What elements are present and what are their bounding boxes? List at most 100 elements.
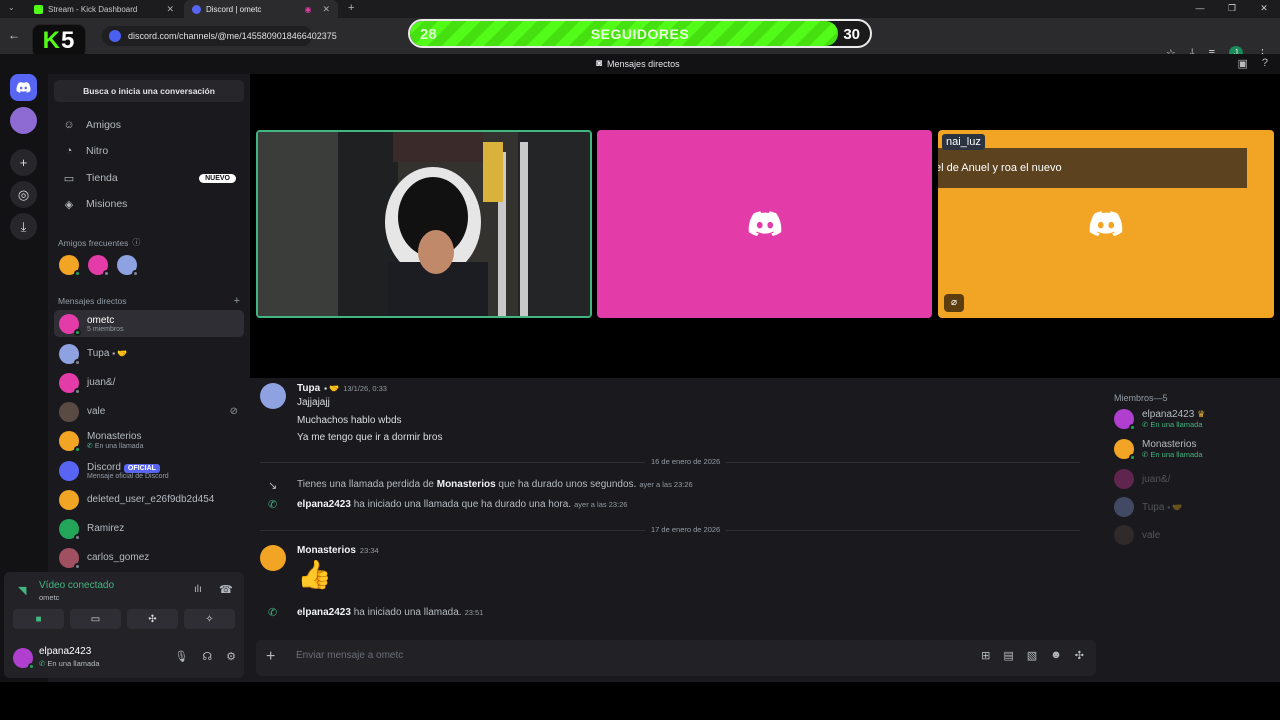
system-user[interactable]: elpana2423 [297,499,351,510]
discover-icon[interactable]: ◎ [10,181,37,208]
soundboard-button[interactable]: ✧ [184,609,235,629]
dm-item-discord[interactable]: Discord OFICIAL Mensaje oficial de Discord [54,457,244,484]
discord-home-icon[interactable] [10,74,37,101]
video-tile-avatar[interactable]: el de Anuel y roa el nuevo nai_luz ⌀ [938,130,1274,318]
microphone-icon[interactable]: 🎙︎ [174,650,188,663]
download-apps-icon[interactable]: ⤓ [10,213,37,240]
close-tab-icon[interactable]: ✕ [166,4,174,15]
tab-kick-dashboard[interactable]: Stream - Kick Dashboard ✕ [26,0,182,18]
message-author[interactable]: Tupa [297,383,320,394]
video-tile-webcam[interactable] [256,130,592,318]
dm-name: vale [87,406,106,417]
tab-list-icon[interactable]: ⌄ [8,3,15,12]
member-name: Monasterios [1142,439,1197,450]
dm-sub: 5 miembros [87,325,124,333]
dm-item-tupa[interactable]: Tupa ▪ 🤝 [54,340,244,367]
member-avatar [1114,469,1134,489]
member-item[interactable]: elpana2423 ♛ ✆ En una llamada [1114,409,1205,431]
member-item[interactable]: Monasterios ✆ En una llamada [1114,439,1203,461]
dm-sub: Mensaje oficial de Discord [87,472,169,480]
user-name[interactable]: elpana2423 [39,646,91,657]
screen-bottom-bar [0,682,1280,720]
section-title: Amigos frecuentes [58,237,129,248]
video-tile-avatar[interactable] [597,130,932,318]
shop-icon: ▭ [63,172,75,185]
dm-item-monasterios[interactable]: Monasterios ✆ En una llamada [54,427,244,454]
official-badge: OFICIAL [123,463,160,473]
nav-quests[interactable]: ◈ Misiones [54,193,244,215]
sticker-icon[interactable]: ▧ [1027,649,1037,662]
search-conversation-button[interactable]: Busca o inicia una conversación [54,80,244,102]
friend-avatar[interactable] [59,255,81,277]
nav-shop[interactable]: ▭ Tienda NUEVO [54,167,244,189]
tab-discord[interactable]: Discord | ometc ◉ ✕ [184,0,338,18]
maximize-icon[interactable]: ❐ [1216,0,1248,18]
friend-avatar[interactable] [88,255,110,277]
message-author[interactable]: Monasterios [297,545,356,556]
server-avatar[interactable] [10,107,37,134]
member-name: juan&/ [1142,473,1171,485]
message-input[interactable] [296,650,896,661]
settings-gear-icon[interactable]: ⚙ [226,650,236,663]
dm-name: carlos_gomez [87,552,150,563]
member-item[interactable]: Tupa ▪ 🤝 [1114,497,1182,517]
in-call-icon: ✆ [39,659,46,668]
disconnect-icon[interactable]: ☎ [219,583,233,596]
back-arrow-icon[interactable]: ← [8,28,20,42]
in-call-icon: ✆ [87,443,93,450]
friend-avatar[interactable] [117,255,139,277]
system-user[interactable]: Monasterios [437,479,496,490]
gif-icon[interactable]: ▤ [1003,649,1013,662]
in-call-icon: ✆ [1142,420,1149,429]
message-avatar[interactable] [260,383,286,409]
member-item[interactable]: vale [1114,525,1160,545]
user-avatar[interactable] [13,648,35,670]
url-field[interactable]: discord.com/channels/@me/145580901846640… [102,26,337,46]
nav-nitro[interactable]: ◔ Nitro [54,140,244,162]
close-window-icon[interactable]: ✕ [1248,0,1280,18]
emoji-icon[interactable]: ☻ [1050,649,1062,662]
new-badge: NUEVO [199,173,236,183]
system-text: que ha durado unos segundos. [495,479,637,490]
message-line: Ya me tengo que ir a dormir bros [297,432,443,443]
dm-item-ramirez[interactable]: Ramirez [54,515,244,542]
member-item[interactable]: juan&/ [1114,469,1170,489]
attach-plus-icon[interactable]: + [266,648,275,666]
apps-icon[interactable]: ✣ [1075,649,1084,662]
inbox-icon[interactable]: ▣ [1237,57,1247,70]
add-server-icon[interactable]: + [10,149,37,176]
nav-label: Amigos [86,119,122,131]
member-name: Tupa [1142,501,1165,513]
discord-logo-icon [1089,211,1123,237]
headphones-icon[interactable]: ☊ [202,650,212,663]
dm-item-deleted-user[interactable]: deleted_user_e26f9db2d454 [54,486,244,513]
activities-button[interactable]: ✣ [127,609,178,629]
dm-item-juan[interactable]: juan&/ [54,369,244,396]
message-avatar[interactable] [260,545,286,571]
minimize-icon[interactable]: — [1184,0,1216,18]
kick-badge-number: 5 [60,27,76,54]
user-avatar [59,401,79,422]
message-line: Jajjajajj [297,397,330,408]
close-tab-icon[interactable]: ✕ [322,4,330,15]
site-info-icon[interactable] [109,30,121,42]
section-title: Mensajes directos [58,296,127,306]
system-text: ha iniciado una llamada. [350,607,462,618]
screen-share-button[interactable]: ▭ [70,609,121,629]
camera-button[interactable]: ■ [13,609,64,629]
member-status: En una llamada [1150,450,1203,459]
dm-item-ometc[interactable]: ometc 5 miembros [54,310,244,337]
composer-icons: ⊞ ▤ ▧ ☻ ✣ [981,649,1084,662]
noise-suppression-icon[interactable]: ılı [194,584,202,595]
nav-friends[interactable]: ☺ Amigos [54,114,244,136]
new-tab-icon[interactable]: + [348,2,354,14]
dm-item-vale[interactable]: vale ⊘ [54,398,244,425]
voice-channel[interactable]: ometc [39,593,59,602]
new-dm-plus-icon[interactable]: + [234,295,240,307]
help-icon[interactable]: ? [1262,57,1268,70]
dm-item-carlos[interactable]: carlos_gomez [54,544,244,571]
user-avatar [59,343,81,366]
system-user[interactable]: elpana2423 [297,607,351,618]
gift-icon[interactable]: ⊞ [981,649,990,662]
kick-logo-letter: K [42,27,61,54]
